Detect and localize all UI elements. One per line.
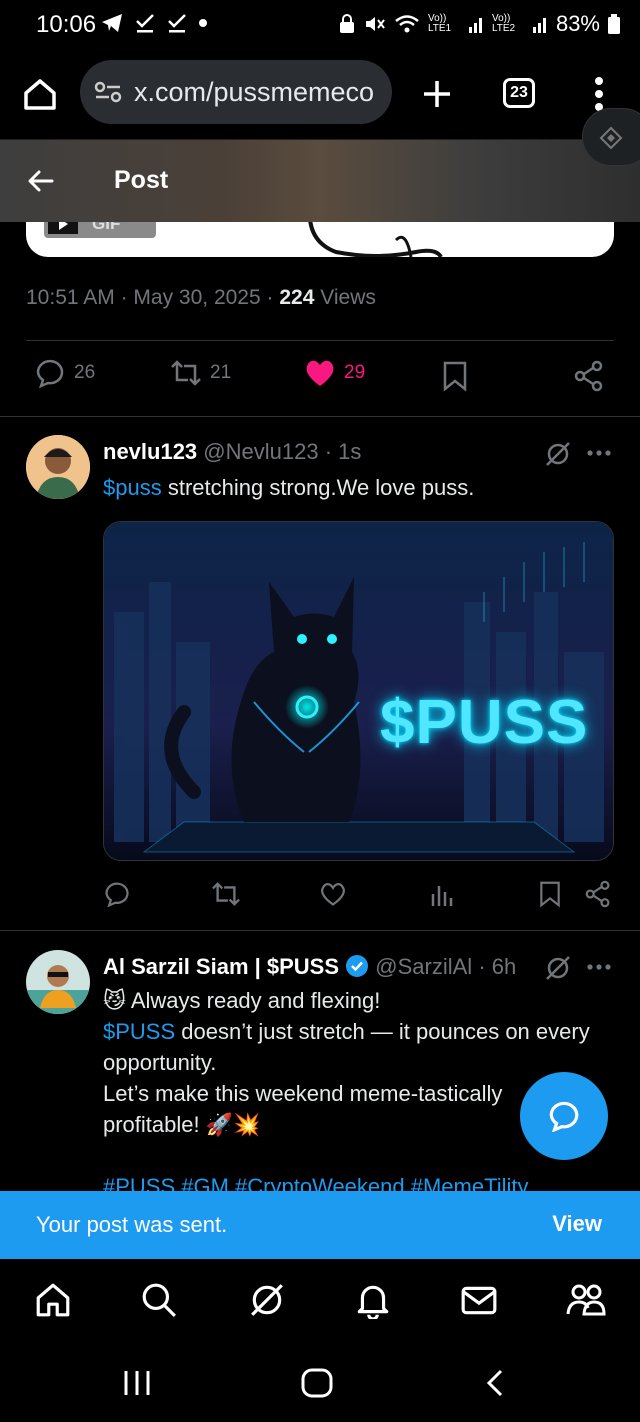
mail-icon[interactable] xyxy=(460,1281,498,1319)
grok-icon[interactable] xyxy=(248,1281,286,1319)
author-name[interactable]: Al Sarzil Siam | $PUSS xyxy=(103,954,339,979)
back-icon[interactable] xyxy=(484,1368,506,1398)
tweet-line-3: Let’s make this weekend meme-tastically … xyxy=(103,1081,503,1137)
compose-reply-button[interactable] xyxy=(520,1072,608,1160)
emoji-smirk-cat: 😼 xyxy=(103,988,126,1013)
author-handle[interactable]: @SarzilAl xyxy=(375,954,472,979)
avatar[interactable] xyxy=(26,950,90,1014)
bell-icon[interactable] xyxy=(354,1281,392,1319)
search-icon[interactable] xyxy=(140,1281,178,1319)
grok-icon[interactable] xyxy=(544,954,572,982)
communities-icon[interactable] xyxy=(566,1281,606,1319)
home-button-icon[interactable] xyxy=(300,1367,334,1399)
more-horizontal-icon[interactable] xyxy=(587,963,611,971)
avatar-image xyxy=(26,950,90,1014)
toast-message: Your post was sent. xyxy=(36,1212,228,1237)
verified-badge-icon xyxy=(346,955,369,977)
toast-view-button[interactable]: View xyxy=(552,1211,602,1237)
toast-banner: Your post was sent. View xyxy=(0,1191,640,1259)
tweet-time: 6h xyxy=(491,954,517,979)
system-navigation-bar xyxy=(0,1343,640,1422)
cashtag-link[interactable]: $PUSS xyxy=(103,1019,175,1044)
tweet-header: Al Sarzil Siam | $PUSS @SarzilAl · 6h xyxy=(103,954,517,979)
tweet-line-2: doesn’t just stretch — it pounces on eve… xyxy=(103,1019,590,1075)
reply-icon xyxy=(549,1101,579,1132)
home-icon[interactable] xyxy=(34,1281,72,1319)
tweet-line-1: Always ready and flexing! xyxy=(125,988,381,1013)
recents-icon[interactable] xyxy=(122,1369,152,1397)
bottom-navigation xyxy=(0,1259,640,1343)
reply-tweet[interactable]: Al Sarzil Siam | $PUSS @SarzilAl · 6h 😼 … xyxy=(0,0,640,1199)
